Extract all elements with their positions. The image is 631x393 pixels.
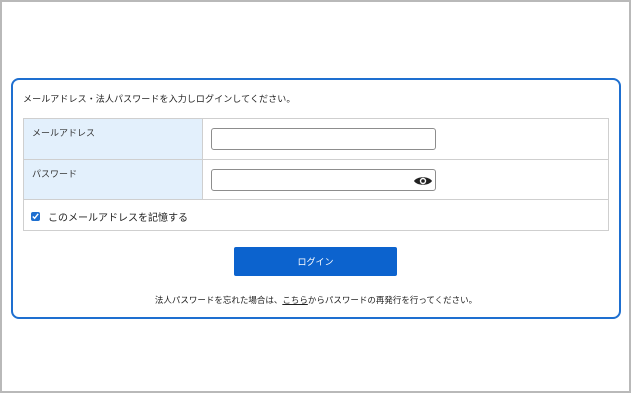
login-card: メールアドレス・法人パスワードを入力しログインしてください。 メールアドレス パ… [11, 78, 621, 319]
password-field[interactable] [211, 169, 436, 191]
remember-row: このメールアドレスを記憶する [24, 200, 608, 230]
password-reset-note: 法人パスワードを忘れた場合は、こちらからパスワードの再発行を行ってください。 [13, 294, 619, 306]
email-label: メールアドレス [24, 119, 203, 159]
login-instruction: メールアドレス・法人パスワードを入力しログインしてください。 [23, 95, 296, 105]
email-field[interactable] [211, 128, 436, 150]
eye-icon[interactable] [413, 173, 433, 187]
email-row: メールアドレス [24, 119, 608, 160]
remember-text: このメールアドレスを記憶する [48, 213, 188, 224]
password-reset-link[interactable]: こちら [282, 296, 308, 306]
remember-checkbox-label[interactable]: このメールアドレスを記憶する [31, 209, 188, 224]
remember-checkbox[interactable] [31, 212, 40, 221]
login-form-table: メールアドレス パスワード このメールアドレスを記憶する [23, 118, 609, 231]
password-row: パスワード [24, 160, 608, 200]
footer-text-before: 法人パスワードを忘れた場合は、 [154, 296, 283, 306]
page-frame: メールアドレス・法人パスワードを入力しログインしてください。 メールアドレス パ… [0, 0, 631, 393]
login-button[interactable]: ログイン [234, 247, 397, 276]
password-label: パスワード [24, 160, 203, 199]
footer-text-after: からパスワードの再発行を行ってください。 [307, 296, 478, 306]
